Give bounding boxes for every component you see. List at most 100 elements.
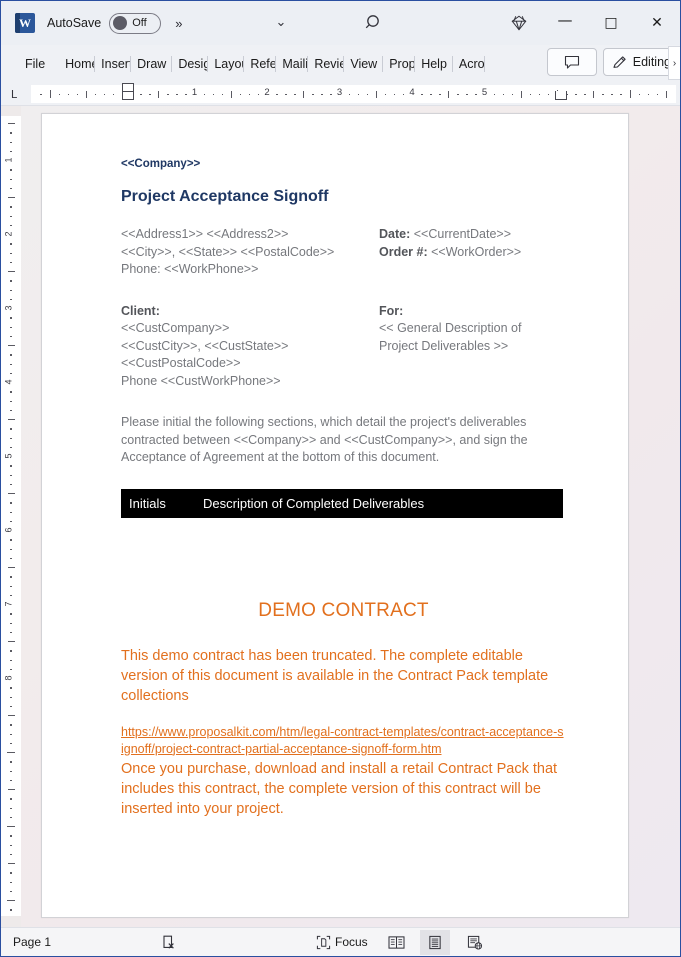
tab-stop-selector[interactable]: L — [7, 87, 21, 101]
ruler-tick — [212, 93, 215, 95]
ruler-tick — [10, 243, 12, 245]
ruler-tick — [10, 557, 12, 560]
comments-button[interactable] — [546, 48, 597, 76]
ruler-tick — [10, 483, 12, 486]
demo-contract-link[interactable]: https://www.proposalkit.com/htm/legal-co… — [121, 724, 566, 758]
for-label: For: — [379, 303, 404, 318]
ruler-tick — [348, 93, 351, 95]
ruler-tick — [10, 169, 12, 171]
view-read-mode-button[interactable] — [381, 930, 411, 955]
vertical-ruler-track[interactable]: 1 2 3 4 5 6 7 8 — [1, 116, 21, 916]
meta-row-date: Date: <<CurrentDate>> — [379, 226, 566, 244]
title-bar: W AutoSave Off » ⌄ — □ ✕ — [1, 1, 680, 45]
ruler-tick — [10, 354, 12, 356]
ruler-tick — [10, 613, 12, 615]
tab-home[interactable]: Home — [59, 53, 96, 75]
tab-references[interactable]: References — [244, 53, 277, 75]
ruler-tick — [10, 252, 12, 254]
ruler-tick — [303, 91, 305, 98]
tab-draw[interactable]: Draw — [131, 53, 173, 75]
ruler-tick — [7, 493, 15, 494]
ruler-tick — [10, 539, 12, 541]
tab-view[interactable]: View — [344, 53, 384, 75]
address-line-1: <<Address1>> <<Address2>> — [121, 227, 289, 241]
ruler-tick — [10, 363, 12, 365]
page-indicator[interactable]: Page 1 — [13, 935, 51, 949]
ruler-tick — [158, 91, 160, 98]
search-icon[interactable] — [363, 12, 385, 34]
tab-mailings[interactable]: Mailings — [276, 53, 309, 75]
table-header-description: Description of Completed Deliverables — [203, 495, 425, 511]
ruler-number: 5 — [3, 453, 14, 459]
minimize-button[interactable]: — — [542, 1, 588, 45]
editing-mode-button[interactable]: Editing — [602, 48, 678, 76]
ruler-tick — [502, 93, 505, 95]
autosave-state-label: Off — [132, 17, 147, 29]
vertical-ruler[interactable]: 1 2 3 4 5 6 7 8 — [1, 106, 21, 928]
tab-help[interactable]: Help — [415, 53, 453, 75]
ruler-tick — [10, 909, 12, 911]
view-web-layout-button[interactable] — [460, 930, 490, 955]
ribbon-right-controls: Editing — [546, 48, 678, 76]
right-indent-marker[interactable] — [555, 91, 567, 100]
ruler-tick — [520, 91, 522, 98]
ruler-tick — [375, 91, 377, 98]
ruler-tick — [10, 881, 12, 883]
ruler-tick — [10, 594, 12, 597]
client-line-2: <<CustCity>>, <<CustState>> — [121, 338, 289, 353]
focus-mode-button[interactable]: Focus — [316, 930, 368, 955]
ruler-tick — [10, 687, 12, 689]
ruler-tick — [393, 93, 396, 95]
doc-heading: Project Acceptance Signoff — [121, 188, 329, 205]
meta-label-order: Order #: — [379, 244, 428, 259]
autosave-toggle[interactable]: Off — [109, 12, 162, 34]
for-block: For: << General Description of Project D… — [379, 303, 566, 391]
ruler-tick — [10, 261, 12, 264]
hanging-indent-marker[interactable] — [122, 91, 134, 100]
ruler-tick — [10, 335, 12, 338]
tab-layout[interactable]: Layout — [208, 53, 245, 75]
tab-proposal-kit[interactable]: Proposal Kit — [383, 53, 416, 75]
meta-label-date: Date: — [379, 227, 411, 241]
ribbon-tab-bar: File Home Insert Draw Design Layout Refe… — [1, 45, 680, 82]
maximize-button[interactable]: □ — [588, 1, 634, 45]
document-canvas[interactable]: <<Company>> Project Acceptance Signoff <… — [21, 106, 680, 928]
tab-file[interactable]: File — [11, 53, 59, 75]
maximize-icon: □ — [604, 15, 618, 31]
ruler-tick — [466, 93, 468, 95]
ruler-tick — [529, 93, 532, 95]
tab-insert[interactable]: Insert — [95, 53, 132, 75]
ruler-tick — [10, 668, 12, 671]
horizontal-ruler[interactable]: L 1 2 3 4 5 — [1, 82, 680, 106]
ruler-tick — [620, 93, 622, 95]
ruler-tick — [10, 779, 12, 782]
tab-design[interactable]: Design — [172, 53, 209, 75]
view-print-layout-button[interactable] — [420, 929, 450, 955]
focus-mode-label: Focus — [335, 935, 368, 949]
web-layout-icon — [467, 935, 483, 950]
document-page[interactable]: <<Company>> Project Acceptance Signoff <… — [41, 113, 629, 918]
tab-acrobat[interactable]: Acrobat — [453, 53, 485, 75]
ruler-tick — [665, 91, 667, 98]
client-line-4: Phone <<CustWorkPhone>> — [121, 373, 281, 388]
ruler-tick — [421, 93, 423, 95]
diamond-icon[interactable] — [496, 1, 542, 45]
read-mode-icon — [387, 935, 405, 949]
comment-icon — [564, 55, 579, 69]
autosave-label: AutoSave — [47, 16, 102, 30]
close-button[interactable]: ✕ — [634, 1, 680, 45]
quick-access-more-icon[interactable]: » — [175, 16, 182, 31]
ruler-tick — [575, 93, 577, 95]
ruler-tick — [384, 93, 387, 95]
ruler-tick — [611, 93, 613, 95]
proofing-status-button[interactable] — [161, 930, 177, 955]
chevron-down-icon[interactable]: ⌄ — [272, 14, 290, 30]
client-line-1: <<CustCompany>> — [121, 321, 230, 335]
ruler-tick — [10, 548, 12, 550]
demo-contract-heading: DEMO CONTRACT — [258, 599, 429, 621]
ruler-tick — [7, 900, 15, 901]
ruler-tick — [248, 93, 251, 95]
tab-review[interactable]: Review — [308, 53, 345, 75]
editing-mode-label: Editing — [632, 55, 671, 69]
ribbon-overflow-button[interactable]: › — [668, 46, 680, 80]
